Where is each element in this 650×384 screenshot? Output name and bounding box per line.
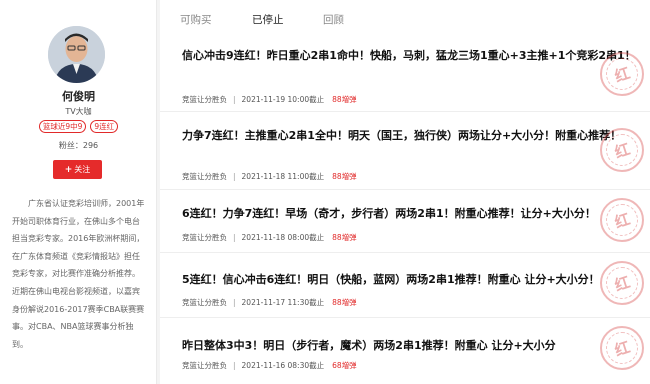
post-category: 竞篮让分胜负 [182, 95, 227, 104]
list-item[interactable]: 昨日整体3中3！明日（步行者，魔术）两场2串1推荐！附重心 让分+大小分 竞篮让… [160, 322, 650, 384]
tab-review[interactable]: 回顾 [323, 12, 344, 27]
list-item[interactable]: 5连红！信心冲击6连红！明日（快船，蓝网）两场2串1推荐！附重心 让分+大小分！… [160, 257, 650, 318]
divider: | [233, 361, 236, 370]
follow-label: 关注 [74, 165, 91, 174]
post-meta: 竞篮让分胜负 | 2021-11-17 11:30截止 88増弹 [182, 297, 357, 308]
expert-role: TV大咖 [65, 107, 92, 116]
post-title[interactable]: 5连红！信心冲击6连红！明日（快船，蓝网）两场2串1推荐！附重心 让分+大小分！ [182, 270, 636, 289]
avatar[interactable] [48, 26, 105, 83]
fans-count: 粉丝：296 [0, 140, 157, 151]
win-badge: 9连红 [90, 120, 119, 133]
post-meta: 竞篮让分胜负 | 2021-11-16 08:30截止 68増弹 [182, 360, 357, 371]
post-count: 88増弹 [332, 298, 357, 307]
fans-value: 296 [82, 141, 99, 150]
post-deadline: 2021-11-18 08:00截止 [241, 233, 325, 242]
tab-stopped[interactable]: 已停止 [252, 12, 284, 27]
post-count: 88増弹 [332, 95, 357, 104]
list-item[interactable]: 力争7连红！主推重心2串1全中！明天（国王，独行侠）两场让分+大小分！附重心推荐… [160, 120, 650, 190]
post-category: 竞篮让分胜负 [182, 233, 227, 242]
post-deadline: 2021-11-19 10:00截止 [241, 95, 325, 104]
post-meta: 竞篮让分胜负 | 2021-11-18 08:00截止 88増弹 [182, 232, 357, 243]
red-stamp-icon: 红 [600, 198, 644, 242]
badge-list: 篮球近9中9 9连红 [0, 120, 157, 133]
fans-label: 粉丝： [58, 141, 83, 150]
post-title[interactable]: 力争7连红！主推重心2串1全中！明天（国王，独行侠）两场让分+大小分！附重心推荐… [182, 126, 636, 145]
post-deadline: 2021-11-17 11:30截止 [241, 298, 325, 307]
post-title[interactable]: 信心冲击9连红！昨日重心2串1命中！快船，马刺，猛龙三场1重心+3主推+1个竞彩… [182, 46, 636, 65]
divider: | [233, 233, 236, 242]
post-count: 68増弹 [332, 361, 357, 370]
post-category: 竞篮让分胜负 [182, 172, 227, 181]
post-meta: 竞篮让分胜负 | 2021-11-18 11:00截止 88増弹 [182, 171, 357, 182]
tab-bar: 可购买 已停止 回顾 [160, 0, 650, 36]
post-title[interactable]: 昨日整体3中3！明日（步行者，魔术）两场2串1推荐！附重心 让分+大小分 [182, 336, 636, 355]
divider: | [233, 95, 236, 104]
red-stamp-icon: 红 [600, 128, 644, 172]
post-category: 竞篮让分胜负 [182, 361, 227, 370]
red-stamp-icon: 红 [600, 52, 644, 96]
post-count: 88増弹 [332, 172, 357, 181]
plan-list-panel: 可购买 已停止 回顾 信心冲击9连红！昨日重心2串1命中！快船，马刺，猛龙三场1… [160, 0, 650, 384]
post-deadline: 2021-11-18 11:00截止 [241, 172, 325, 181]
tab-available[interactable]: 可购买 [180, 12, 212, 27]
divider: | [233, 298, 236, 307]
post-category: 竞篮让分胜负 [182, 298, 227, 307]
red-stamp-icon: 红 [600, 261, 644, 305]
divider: | [233, 172, 236, 181]
streak-badge: 篮球近9中9 [38, 120, 87, 133]
plus-icon: + [64, 164, 73, 175]
post-meta: 竞篮让分胜负 | 2021-11-19 10:00截止 88増弹 [182, 94, 357, 105]
follow-button[interactable]: + 关注 [53, 160, 102, 179]
post-count: 88増弹 [332, 233, 357, 242]
red-stamp-icon: 红 [600, 326, 644, 370]
list-item[interactable]: 信心冲击9连红！昨日重心2串1命中！快船，马刺，猛龙三场1重心+3主推+1个竞彩… [160, 46, 650, 112]
post-deadline: 2021-11-16 08:30截止 [241, 361, 325, 370]
expert-bio: 广东省认证竞彩培训师，2001年开始司职体育行业，在佛山多个电台担当竞彩专家。2… [12, 199, 145, 349]
post-title[interactable]: 6连红！力争7连红！早场（奇才，步行者）两场2串1！附重心推荐！让分+大小分！ [182, 204, 636, 223]
expert-profile-panel: 何俊明 TV大咖 篮球近9中9 9连红 粉丝：296 + 关注 广东省认证竞彩培… [0, 0, 157, 384]
list-item[interactable]: 6连红！力争7连红！早场（奇才，步行者）两场2串1！附重心推荐！让分+大小分！ … [160, 194, 650, 253]
expert-name: 何俊明 [62, 90, 95, 103]
